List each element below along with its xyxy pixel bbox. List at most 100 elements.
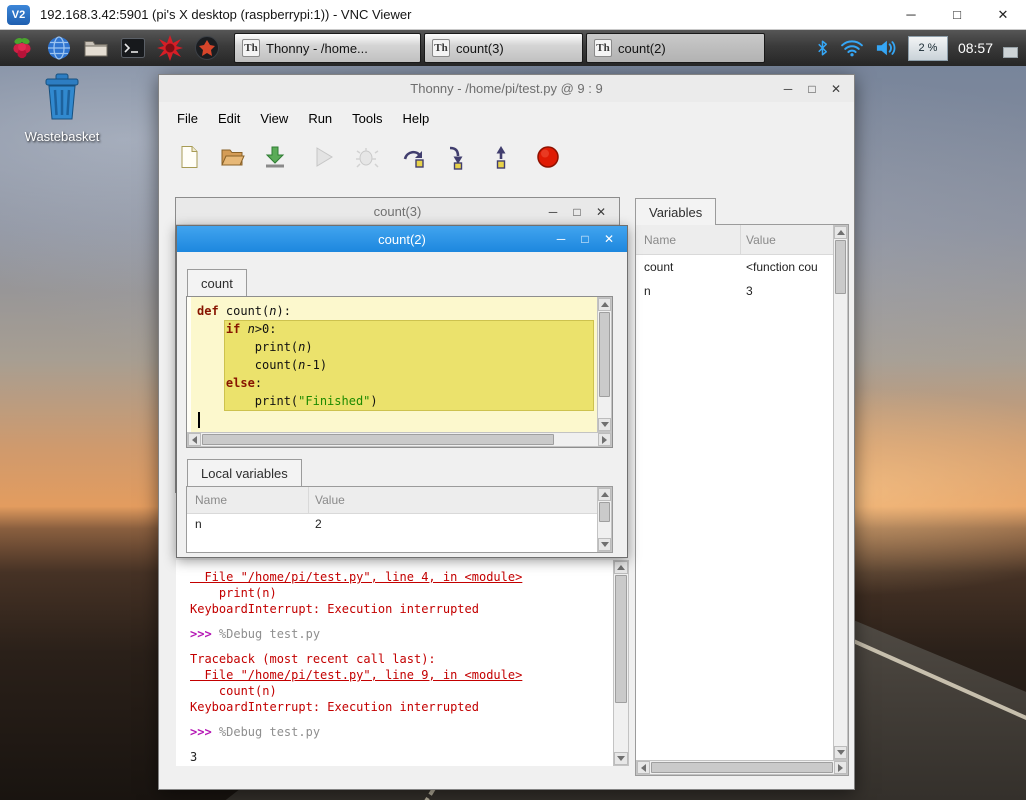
scroll-down-button[interactable] [598,538,611,551]
clock[interactable]: 08:57 [958,40,993,56]
scroll-right-button[interactable] [598,433,611,446]
scrollbar-thumb[interactable] [599,312,610,397]
shell-line [190,715,613,724]
vnc-window-controls: ─ □ ✕ [888,0,1026,29]
step-over-button[interactable] [399,142,429,172]
app-launcher-button[interactable] [192,33,222,63]
count3-maximize-button[interactable]: □ [565,198,589,225]
scrollbar-thumb[interactable] [615,575,627,703]
count2-maximize-button[interactable]: □ [573,226,597,252]
menu-help[interactable]: Help [393,106,440,131]
menu-edit[interactable]: Edit [208,106,250,131]
column-header-name[interactable]: Name [195,493,227,507]
stack-trace-link[interactable]: File "/home/pi/test.py", line 9, in <mod… [190,668,522,682]
scroll-up-button[interactable] [834,226,847,239]
column-header-value[interactable]: Value [315,493,345,507]
scroll-down-button[interactable] [598,418,611,431]
browser-launcher-button[interactable] [44,33,74,63]
table-row[interactable]: n3 [636,279,833,303]
tab-count[interactable]: count [187,269,247,296]
code-editor[interactable]: def count(n): if n>0: print(n) count(n-1… [186,296,613,448]
scroll-left-button[interactable] [188,433,201,446]
thonny-maximize-button[interactable]: □ [800,75,824,102]
run-script-button[interactable] [308,142,338,172]
shell-vertical-scrollbar[interactable] [613,560,629,766]
vnc-maximize-button[interactable]: □ [934,0,980,29]
bluetooth-tray-button[interactable] [815,38,830,58]
scrollbar-thumb[interactable] [651,762,833,773]
vnc-minimize-button[interactable]: ─ [888,0,934,29]
wastebasket-desktop-icon[interactable]: Wastebasket [8,70,116,144]
editor-horizontal-scrollbar[interactable] [187,432,612,447]
count2-titlebar[interactable]: count(2) ─ □ ✕ [177,226,627,252]
thonny-minimize-button[interactable]: ─ [776,75,800,102]
menu-view[interactable]: View [250,106,298,131]
editor-vertical-scrollbar[interactable] [597,297,612,432]
variables-horizontal-scrollbar[interactable] [636,760,848,775]
volume-icon [874,38,898,58]
thonny-close-button[interactable]: ✕ [824,75,848,102]
globe-icon [46,35,72,61]
column-header-value[interactable]: Value [746,233,776,247]
terminal-icon [120,35,146,61]
shell-line: 3 [190,749,613,765]
cpu-usage-monitor[interactable]: 2 % [908,36,948,61]
taskbar-window-button-1[interactable]: ThThonny - /home... [234,33,421,63]
variable-value: 2 [315,514,597,534]
menu-run[interactable]: Run [298,106,342,131]
scroll-left-button[interactable] [637,761,650,774]
menu-file[interactable]: File [167,106,208,131]
menu-tools[interactable]: Tools [342,106,392,131]
menu-launcher-button[interactable] [7,33,37,63]
step-out-button[interactable] [485,142,515,172]
scroll-up-button[interactable] [598,298,611,311]
local-variables-scrollbar[interactable] [597,487,612,552]
shell-output[interactable]: File "/home/pi/test.py", line 4, in <mod… [176,560,613,766]
wifi-tray-button[interactable] [840,39,864,57]
variable-name: n [195,514,307,534]
local-variables-header[interactable]: Name Value [187,487,612,514]
stack-trace-link[interactable]: File "/home/pi/test.py", line 4, in <mod… [190,570,522,584]
thonny-titlebar[interactable]: Thonny - /home/pi/test.py @ 9 : 9 ─ □ ✕ [159,75,854,102]
tray-widget[interactable] [1003,47,1018,58]
taskbar-window-button-3[interactable]: Thcount(2) [586,33,765,63]
scrollbar-thumb[interactable] [835,240,846,294]
code-region[interactable]: def count(n): if n>0: print(n) count(n-1… [187,297,597,432]
mathematica-launcher-button[interactable] [155,33,185,63]
table-row[interactable]: count<function cou [636,255,833,279]
volume-tray-button[interactable] [874,38,898,58]
scroll-up-button[interactable] [598,488,611,501]
scroll-up-button[interactable] [614,561,628,574]
wastebasket-icon [40,70,84,122]
scrollbar-thumb[interactable] [202,434,554,445]
count3-minimize-button[interactable]: ─ [541,198,565,225]
shell-pane[interactable]: File "/home/pi/test.py", line 4, in <mod… [176,560,629,766]
count3-close-button[interactable]: ✕ [589,198,613,225]
step-into-button[interactable] [442,142,472,172]
terminal-launcher-button[interactable] [118,33,148,63]
variables-vertical-scrollbar[interactable] [833,225,848,760]
debug-script-button[interactable] [351,142,381,172]
open-file-button[interactable] [217,142,247,172]
tab-local-variables[interactable]: Local variables [187,459,302,486]
file-manager-launcher-button[interactable] [81,33,111,63]
table-row[interactable]: n2 [187,514,597,534]
column-header-name[interactable]: Name [644,233,676,247]
scrollbar-thumb[interactable] [599,502,610,522]
scroll-down-button[interactable] [834,746,847,759]
new-file-button[interactable] [174,142,204,172]
variables-table-header[interactable]: Name Value [636,225,848,255]
code-token [240,322,247,336]
open-folder-icon [219,144,245,170]
save-file-button[interactable] [260,142,290,172]
tab-variables[interactable]: Variables [635,198,716,225]
count3-titlebar[interactable]: count(3) ─ □ ✕ [176,198,619,225]
count2-close-button[interactable]: ✕ [597,226,621,252]
scroll-down-button[interactable] [614,752,628,765]
vnc-close-button[interactable]: ✕ [980,0,1026,29]
stop-button[interactable] [533,142,563,172]
count2-minimize-button[interactable]: ─ [549,226,573,252]
taskbar-window-button-label: Thonny - /home... [266,41,368,56]
taskbar-window-button-2[interactable]: Thcount(3) [424,33,583,63]
scroll-right-button[interactable] [834,761,847,774]
